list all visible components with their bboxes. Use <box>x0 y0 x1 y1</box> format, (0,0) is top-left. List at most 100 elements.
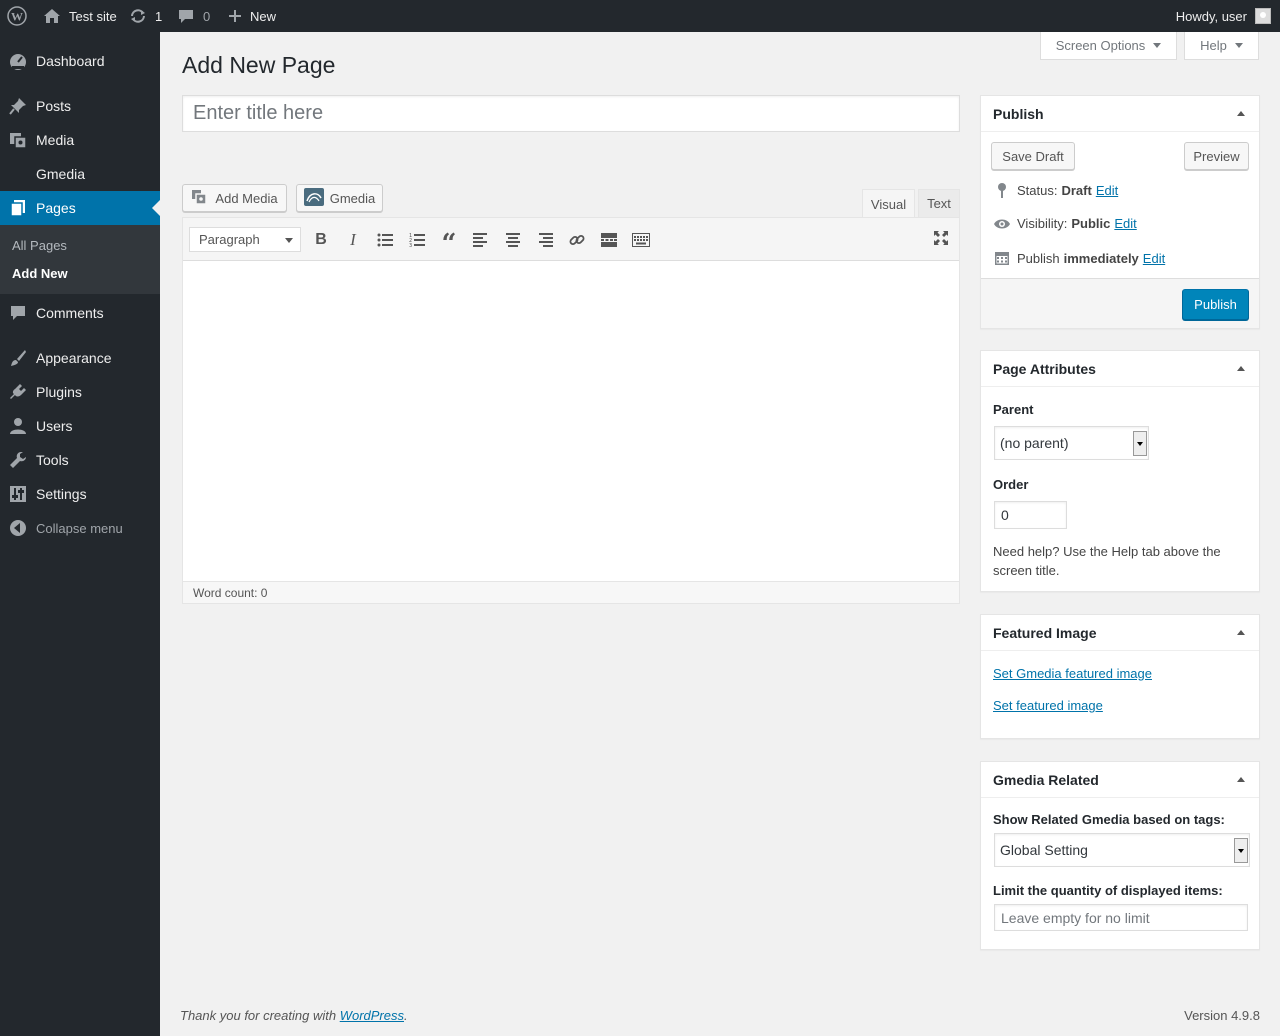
order-label: Order <box>993 477 1029 492</box>
gmedia-button[interactable]: Gmedia <box>296 184 383 212</box>
plus-icon <box>228 9 242 23</box>
sidebar-item-label: Gmedia <box>36 166 86 182</box>
featured-image-title: Featured Image <box>993 624 1097 641</box>
page-attributes-help: Need help? Use the Help tab above the sc… <box>993 544 1221 578</box>
limit-input[interactable] <box>994 904 1248 931</box>
collapse-arrow-icon[interactable] <box>1237 111 1245 116</box>
read-more-button[interactable] <box>599 230 619 250</box>
sidebar-item-media[interactable]: Media <box>0 123 160 157</box>
new-label: New <box>250 8 277 24</box>
sidebar-item-gmedia[interactable]: Gmedia <box>0 157 160 191</box>
insert-link-button[interactable] <box>567 230 587 250</box>
publish-time-label: Publish <box>1017 250 1060 266</box>
collapse-menu-button[interactable]: Collapse menu <box>0 511 160 545</box>
edit-publish-time-link[interactable]: Edit <box>1143 251 1165 266</box>
featured-image-header[interactable]: Featured Image <box>981 615 1259 651</box>
tab-text[interactable]: Text <box>918 189 960 218</box>
add-media-label: Add Media <box>215 190 278 206</box>
visibility-row: Visibility: Public Edit <box>993 216 1137 231</box>
gmedia-related-box: Gmedia Related Show Related Gmedia based… <box>980 761 1260 950</box>
settings-icon <box>0 485 36 503</box>
publish-button[interactable]: Publish <box>1182 289 1249 320</box>
media-icon <box>0 131 36 149</box>
sidebar-item-label: Plugins <box>36 384 82 400</box>
comment-icon <box>0 304 36 322</box>
toolbar-toggle-button[interactable] <box>631 230 651 250</box>
comments-link[interactable]: 0 <box>178 0 210 32</box>
align-center-button[interactable] <box>503 230 523 250</box>
set-featured-image-link[interactable]: Set featured image <box>993 698 1103 713</box>
sidebar-item-settings[interactable]: Settings <box>0 477 160 511</box>
align-left-icon <box>473 233 487 247</box>
sidebar-item-label: Settings <box>36 486 87 502</box>
sidebar-item-plugins[interactable]: Plugins <box>0 375 160 409</box>
wordpress-link[interactable]: WordPress <box>340 1008 404 1023</box>
blockquote-icon: “ <box>441 229 457 259</box>
collapse-arrow-icon[interactable] <box>1237 366 1245 371</box>
new-content-link[interactable]: New <box>228 0 276 32</box>
related-tags-select-value: Global Setting <box>1000 842 1088 858</box>
updates-link[interactable]: 1 <box>129 0 162 32</box>
fullscreen-button[interactable] <box>931 228 951 248</box>
wordpress-logo-icon[interactable]: W <box>7 0 27 32</box>
sidebar-item-appearance[interactable]: Appearance <box>0 341 160 375</box>
set-gmedia-featured-image-link[interactable]: Set Gmedia featured image <box>993 666 1152 681</box>
my-account-link[interactable]: Howdy, user <box>1176 0 1271 32</box>
fullscreen-icon <box>934 231 948 245</box>
title-input[interactable] <box>182 95 960 132</box>
comment-bubble-icon <box>178 8 194 24</box>
sidebar-item-comments[interactable]: Comments <box>0 296 160 330</box>
page-attributes-header[interactable]: Page Attributes <box>981 351 1259 387</box>
submenu-add-new[interactable]: Add New <box>12 266 68 281</box>
collapse-menu-label: Collapse menu <box>36 520 123 536</box>
order-input[interactable] <box>994 501 1067 529</box>
gmedia-related-header[interactable]: Gmedia Related <box>981 762 1259 798</box>
admin-sidebar: Dashboard Posts Media Gmedia Pages All P… <box>0 32 160 1036</box>
add-media-button[interactable]: Add Media <box>182 184 287 212</box>
blockquote-button[interactable]: “ <box>439 230 459 257</box>
bold-button[interactable]: B <box>311 230 331 250</box>
page-title: Add New Page <box>182 52 336 78</box>
footer-thanks-text: Thank you for creating with <box>180 1008 337 1023</box>
submenu-all-pages[interactable]: All Pages <box>12 238 67 253</box>
sidebar-item-users[interactable]: Users <box>0 409 160 443</box>
save-draft-button[interactable]: Save Draft <box>991 142 1075 170</box>
sidebar-item-posts[interactable]: Posts <box>0 89 160 123</box>
italic-button[interactable]: I <box>343 230 363 250</box>
preview-button[interactable]: Preview <box>1184 142 1249 170</box>
align-right-icon <box>539 233 553 247</box>
gmedia-related-title: Gmedia Related <box>993 771 1099 788</box>
screen-options-button[interactable]: Screen Options <box>1040 32 1177 60</box>
editor-content-area[interactable] <box>183 261 959 561</box>
collapse-arrow-icon[interactable] <box>1237 777 1245 782</box>
edit-status-link[interactable]: Edit <box>1096 183 1118 198</box>
italic-icon: I <box>350 230 356 249</box>
parent-select[interactable]: (no parent) <box>994 426 1149 460</box>
format-select[interactable]: Paragraph <box>189 227 301 252</box>
format-select-value: Paragraph <box>199 232 260 247</box>
collapse-icon <box>0 519 36 537</box>
tab-visual[interactable]: Visual <box>862 189 915 218</box>
sidebar-item-dashboard[interactable]: Dashboard <box>0 44 160 78</box>
gmedia-icon <box>303 187 324 209</box>
collapse-arrow-icon[interactable] <box>1237 630 1245 635</box>
sidebar-item-pages[interactable]: Pages <box>0 191 160 225</box>
bold-icon: B <box>315 231 327 248</box>
chevron-down-icon <box>285 238 293 243</box>
publish-box-title: Publish <box>993 105 1044 122</box>
site-name-link[interactable]: Test site <box>43 0 117 32</box>
align-right-button[interactable] <box>535 230 555 250</box>
status-value: Draft <box>1061 182 1092 198</box>
numbered-list-button[interactable]: 123 <box>407 230 427 250</box>
help-button[interactable]: Help <box>1184 32 1259 60</box>
bullet-list-button[interactable] <box>375 230 395 250</box>
related-tags-select[interactable]: Global Setting <box>994 833 1250 867</box>
align-left-button[interactable] <box>471 230 491 250</box>
admin-bar: W Test site 1 0 New Howdy, user <box>0 0 1280 32</box>
wrench-icon <box>0 451 36 469</box>
sidebar-item-tools[interactable]: Tools <box>0 443 160 477</box>
publish-box-header[interactable]: Publish <box>981 96 1259 132</box>
sidebar-item-label: Users <box>36 418 73 434</box>
edit-visibility-link[interactable]: Edit <box>1114 216 1136 231</box>
numbered-list-icon: 123 <box>409 233 425 247</box>
